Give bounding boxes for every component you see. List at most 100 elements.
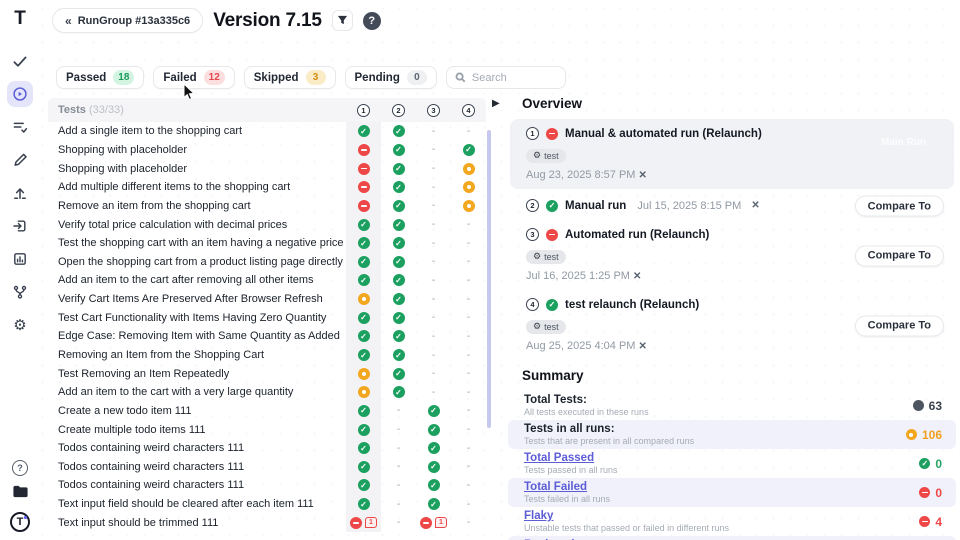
status-cell-run3[interactable]: -: [416, 383, 451, 402]
status-cell-run2[interactable]: [381, 234, 416, 253]
run-column-header-4[interactable]: 4: [451, 104, 486, 117]
status-cell-run1[interactable]: [346, 346, 381, 365]
run-tag[interactable]: ⚙test: [526, 250, 566, 264]
table-row[interactable]: Add a single item to the shopping cart--: [48, 122, 486, 141]
status-cell-run3[interactable]: -: [416, 141, 451, 160]
sidebar-item-fork[interactable]: [7, 279, 33, 305]
run-column-header-2[interactable]: 2: [381, 104, 416, 117]
folder-icon[interactable]: [12, 484, 29, 504]
status-cell-run3[interactable]: -: [416, 271, 451, 290]
status-cell-run3[interactable]: -: [416, 364, 451, 383]
table-row[interactable]: Remove an item from the shopping cart-: [48, 197, 486, 216]
status-cell-run4[interactable]: -: [451, 215, 486, 234]
table-scrollbar-thumb[interactable]: [487, 130, 491, 428]
status-cell-run1[interactable]: [346, 141, 381, 160]
status-cell-run2[interactable]: [381, 271, 416, 290]
status-cell-run4[interactable]: -: [451, 364, 486, 383]
status-cell-run2[interactable]: [381, 122, 416, 141]
remove-run-icon[interactable]: ✕: [638, 170, 646, 181]
status-cell-run3[interactable]: -: [416, 197, 451, 216]
status-cell-run1[interactable]: [346, 420, 381, 439]
sidebar-item-gear[interactable]: ⚙: [7, 312, 33, 338]
status-cell-run2[interactable]: [381, 215, 416, 234]
status-cell-run3[interactable]: [416, 458, 451, 477]
status-cell-run3[interactable]: -: [416, 159, 451, 178]
avatar[interactable]: T: [10, 512, 30, 532]
status-cell-run3[interactable]: [416, 420, 451, 439]
status-cell-run1[interactable]: 1: [346, 513, 381, 532]
status-cell-run4[interactable]: -: [451, 252, 486, 271]
table-row[interactable]: Test Removing an Item Repeatedly--: [48, 364, 486, 383]
status-cell-run2[interactable]: [381, 159, 416, 178]
status-cell-run4[interactable]: -: [451, 402, 486, 421]
status-cell-run1[interactable]: [346, 271, 381, 290]
status-cell-run2[interactable]: [381, 252, 416, 271]
help-button[interactable]: ?: [363, 12, 381, 30]
table-row[interactable]: Todos containing weird characters 111--: [48, 458, 486, 477]
status-cell-run1[interactable]: [346, 383, 381, 402]
table-row[interactable]: Text input should be trimmed 1111-1-: [48, 513, 486, 532]
summary-row[interactable]: Total FailedTests failed in all runs0: [508, 478, 956, 507]
filter-chip-skipped[interactable]: Skipped3: [244, 66, 336, 89]
status-cell-run2[interactable]: [381, 364, 416, 383]
status-cell-run1[interactable]: [346, 234, 381, 253]
back-button[interactable]: « RunGroup #13a335c6: [52, 8, 203, 33]
summary-link[interactable]: Total Failed: [524, 480, 919, 494]
search-input[interactable]: [472, 72, 552, 84]
status-cell-run1[interactable]: [346, 495, 381, 514]
status-cell-run4[interactable]: -: [451, 458, 486, 477]
run-card[interactable]: 3Automated run (Relaunch)⚙testJul 16, 20…: [510, 223, 954, 288]
summary-row[interactable]: Total Tests:All tests executed in these …: [508, 391, 956, 420]
status-cell-run3[interactable]: -: [416, 215, 451, 234]
comment-bubble-icon[interactable]: 1: [365, 517, 377, 528]
status-cell-run3[interactable]: -: [416, 122, 451, 141]
sidebar-item-list-check[interactable]: [7, 114, 33, 140]
table-row[interactable]: Shopping with placeholder-: [48, 159, 486, 178]
sidebar-item-arrow-branch[interactable]: [7, 180, 33, 206]
status-cell-run2[interactable]: -: [381, 495, 416, 514]
status-cell-run3[interactable]: -: [416, 346, 451, 365]
status-cell-run2[interactable]: [381, 308, 416, 327]
remove-run-icon[interactable]: ✕: [638, 341, 646, 352]
status-cell-run4[interactable]: -: [451, 346, 486, 365]
status-cell-run1[interactable]: [346, 159, 381, 178]
status-cell-run1[interactable]: [346, 402, 381, 421]
status-cell-run4[interactable]: -: [451, 234, 486, 253]
status-cell-run4[interactable]: [451, 197, 486, 216]
sidebar-item-pencil[interactable]: [7, 147, 33, 173]
status-cell-run1[interactable]: [346, 122, 381, 141]
status-cell-run1[interactable]: [346, 290, 381, 309]
status-cell-run4[interactable]: -: [451, 383, 486, 402]
status-cell-run4[interactable]: [451, 178, 486, 197]
status-cell-run3[interactable]: [416, 476, 451, 495]
table-row[interactable]: Add an item to the cart with a very larg…: [48, 383, 486, 402]
status-cell-run4[interactable]: -: [451, 271, 486, 290]
summary-row[interactable]: RevievedPreviously failing that passed i…: [508, 536, 956, 540]
summary-link[interactable]: Flaky: [524, 509, 919, 523]
run-column-header-3[interactable]: 3: [416, 104, 451, 117]
status-cell-run2[interactable]: [381, 327, 416, 346]
status-cell-run2[interactable]: -: [381, 439, 416, 458]
status-cell-run2[interactable]: [381, 197, 416, 216]
compare-to-button[interactable]: Compare To: [855, 315, 944, 336]
table-row[interactable]: Todos containing weird characters 111--: [48, 476, 486, 495]
status-cell-run2[interactable]: [381, 346, 416, 365]
sidebar-item-import-box[interactable]: [7, 213, 33, 239]
status-cell-run3[interactable]: -: [416, 327, 451, 346]
status-cell-run2[interactable]: [381, 141, 416, 160]
run-card[interactable]: 4test relaunch (Relaunch)⚙testAug 25, 20…: [510, 293, 954, 358]
comment-bubble-icon[interactable]: 1: [435, 517, 447, 528]
help-icon[interactable]: ?: [12, 460, 28, 476]
summary-row[interactable]: FlakyUnstable tests that passed or faile…: [508, 507, 956, 536]
status-cell-run3[interactable]: -: [416, 290, 451, 309]
status-cell-run4[interactable]: -: [451, 122, 486, 141]
status-cell-run1[interactable]: [346, 364, 381, 383]
status-cell-run4[interactable]: [451, 159, 486, 178]
table-row[interactable]: Create a new todo item 111--: [48, 402, 486, 421]
status-cell-run2[interactable]: -: [381, 420, 416, 439]
status-cell-run3[interactable]: [416, 439, 451, 458]
table-row[interactable]: Test Cart Functionality with Items Havin…: [48, 308, 486, 327]
table-row[interactable]: Add multiple different items to the shop…: [48, 178, 486, 197]
remove-run-icon[interactable]: ✕: [751, 200, 759, 211]
status-cell-run3[interactable]: 1: [416, 513, 451, 532]
